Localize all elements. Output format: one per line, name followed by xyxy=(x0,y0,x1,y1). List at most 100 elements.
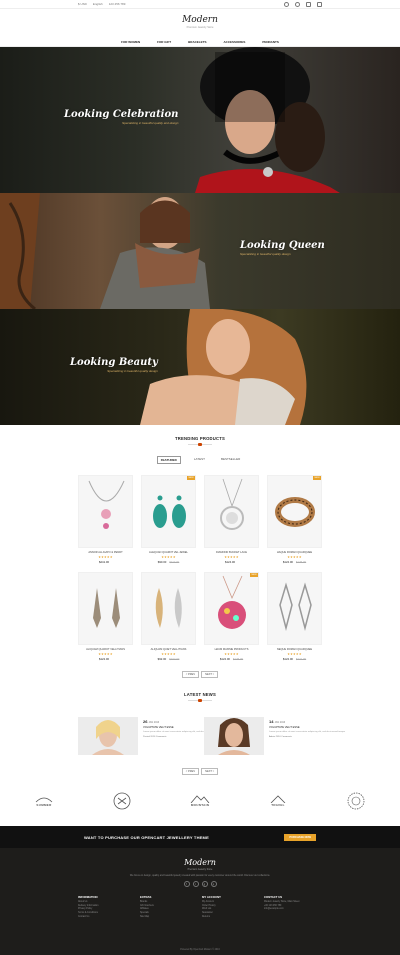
nav-item-accessories[interactable]: ACCESSORIES xyxy=(223,40,245,44)
product-name[interactable]: ALIQUAM QUAROT VELLITIANS xyxy=(78,648,133,651)
hero-title: Looking Queen xyxy=(240,240,325,251)
tab-latest[interactable]: LATEST xyxy=(191,456,208,464)
hero-banner-queen[interactable]: Looking Queen Specializing in beautiful … xyxy=(0,193,400,309)
hero-banner-celebration[interactable]: Looking Celebration Specializing in beau… xyxy=(0,47,400,193)
product-card[interactable]: ALIQUAM QUAROT VELLITIANS ★★★★★ $122.00 xyxy=(78,572,133,664)
product-card[interactable]: NEQUE ROMAN QUARQUEE ★★★★★ $124.00 $221.0… xyxy=(267,572,322,664)
earrings-icon xyxy=(93,588,120,628)
nav-item-for-gift[interactable]: FOR GIFT xyxy=(157,40,171,44)
brand-logo-summer[interactable]: SUMMER xyxy=(29,790,59,812)
product-name[interactable]: ANNOR ALLIGATO & PENDT xyxy=(78,551,133,554)
rating-stars: ★★★★★ xyxy=(161,652,176,656)
brand-logo-mountain[interactable]: MOUNTAIN xyxy=(185,790,215,812)
hero-caption-2: Looking Queen Specializing in beautiful … xyxy=(240,240,325,256)
products-pager: < PREV NEXT > xyxy=(0,671,400,678)
copyright: Powered By OpenCart Modern © 2016 xyxy=(180,949,220,951)
brand-logo-seal[interactable] xyxy=(341,790,371,812)
tab-featured[interactable]: FEATURED xyxy=(156,456,181,464)
language-selector[interactable]: English xyxy=(93,2,103,6)
next-button[interactable]: NEXT > xyxy=(201,768,219,775)
product-name[interactable]: HAUM MAXIME PRODUCTS xyxy=(204,648,259,651)
footer-link[interactable]: Site Map xyxy=(140,916,198,920)
sale-badge: NEW xyxy=(250,573,258,577)
brand-logos: SUMMER MOUNTAIN TRAVEL xyxy=(0,790,400,812)
sale-badge: NEW xyxy=(313,476,321,480)
earrings-icon xyxy=(153,495,186,528)
footer-link[interactable]: Contact Us xyxy=(78,916,136,920)
product-name[interactable]: ALIQUAM QUIET VELLITIANS xyxy=(141,648,196,651)
product-image[interactable] xyxy=(78,475,133,548)
site-header: Modern Premium Jewelry Store xyxy=(0,9,400,37)
product-card[interactable]: NEW ALEQUAN QUARNT VEL JEWEL ★★★★★ $90.0… xyxy=(141,475,196,567)
product-card[interactable]: NEW HAUM MAXIME PRODUCTS ★★★★★ $124.00 $1… xyxy=(204,572,259,664)
rating-stars: ★★★★★ xyxy=(224,555,239,559)
product-card[interactable]: ANNOR ALLIGATO & PENDT ★★★★★ $241.00 xyxy=(78,475,133,567)
user-icon[interactable] xyxy=(295,1,300,7)
next-button[interactable]: NEXT > xyxy=(201,671,219,678)
product-name[interactable]: NEQUE ROMAN QUARQUEE xyxy=(267,648,322,651)
prev-button[interactable]: < PREV xyxy=(181,768,200,775)
footer-link[interactable]: Returns xyxy=(202,916,260,920)
tab-bestseller[interactable]: BESTSELLER xyxy=(218,456,243,464)
badge-icon xyxy=(113,792,131,810)
pendant-icon xyxy=(220,478,244,530)
news-title[interactable]: VOLUPTATE VELIT ESSE xyxy=(269,726,356,729)
product-name[interactable]: HAQUE ROMAN QUARQUEE xyxy=(267,551,322,554)
footer-columns: INFORMATION About Us Delivery Informatio… xyxy=(0,895,400,919)
nav-item-pendants[interactable]: PENDANTS xyxy=(262,40,279,44)
prev-button[interactable]: < PREV xyxy=(181,671,200,678)
cart-icon[interactable] xyxy=(317,1,322,7)
news-meta: Admin 2016 Comments xyxy=(269,736,292,738)
product-image[interactable] xyxy=(267,572,322,645)
nav-item-bracelets[interactable]: BRACELETS xyxy=(188,40,206,44)
hero-subtitle: Specializing in beautiful quality design xyxy=(107,369,158,373)
news-item[interactable]: 14 JAN 2016 VOLUPTATE VELIT ESSE Lorem i… xyxy=(204,717,356,755)
pinterest-icon[interactable]: p xyxy=(210,881,217,888)
product-price: $124.00 $145.00 xyxy=(219,657,244,661)
purchase-banner: WANT TO PURCHASE OUR OPENCART JEWELLERY … xyxy=(0,826,400,848)
section-divider xyxy=(188,443,212,446)
google-plus-icon[interactable]: g xyxy=(201,881,208,888)
product-card[interactable]: NEW HAQUE ROMAN QUARQUEE ★★★★★ $124.00 $1… xyxy=(267,475,322,567)
news-header: LATEST NEWS xyxy=(0,692,400,702)
product-price: $124.00 $145.00 xyxy=(282,560,307,564)
heart-icon[interactable] xyxy=(306,1,311,7)
facebook-icon[interactable]: f xyxy=(183,881,190,888)
product-name[interactable]: DIAMOND BUCKET LACE xyxy=(204,551,259,554)
rating-stars: ★★★★★ xyxy=(98,555,113,559)
brand-logo-badge[interactable] xyxy=(107,790,137,812)
product-image[interactable] xyxy=(141,572,196,645)
hero-image-2 xyxy=(0,193,210,309)
news-image[interactable] xyxy=(78,717,138,755)
hero-banner-beauty[interactable]: Looking Beauty Specializing in beautiful… xyxy=(0,309,400,425)
product-price: $124.00 $221.00 xyxy=(282,657,307,661)
earrings-icon xyxy=(279,582,312,631)
contact-email[interactable]: info@example.com xyxy=(264,908,322,912)
twitter-icon[interactable]: t xyxy=(192,881,199,888)
product-card[interactable]: ALIQUAM QUIET VELLITIANS ★★★★★ $92.00 $10… xyxy=(141,572,196,664)
site-footer: Modern Premium Jewelry Store We focus on… xyxy=(0,848,400,955)
product-name[interactable]: ALEQUAN QUARNT VEL JEWEL xyxy=(141,551,196,554)
rating-stars: ★★★★★ xyxy=(161,555,176,559)
news-pager: < PREV NEXT > xyxy=(0,768,400,775)
product-image[interactable] xyxy=(204,475,259,548)
product-image[interactable]: NEW xyxy=(204,572,259,645)
hero-title: Looking Beauty xyxy=(70,357,158,368)
brand-logo-travel[interactable]: TRAVEL xyxy=(263,790,293,812)
cta-text: WANT TO PURCHASE OUR OPENCART JEWELLERY … xyxy=(84,834,209,840)
search-icon[interactable] xyxy=(284,1,289,7)
product-image[interactable]: NEW xyxy=(141,475,196,548)
nav-item-for-women[interactable]: FOR WOMEN xyxy=(121,40,140,44)
currency-selector[interactable]: $ USD xyxy=(78,2,87,6)
hero-image-3 xyxy=(140,309,307,425)
news-image[interactable] xyxy=(204,717,264,755)
logo[interactable]: Modern xyxy=(0,9,400,25)
necklace-icon xyxy=(88,480,125,529)
rating-stars: ★★★★★ xyxy=(287,652,302,656)
product-card[interactable]: DIAMOND BUCKET LACE ★★★★★ $124.00 xyxy=(204,475,259,567)
footer-logo[interactable]: Modern xyxy=(0,848,400,867)
purchase-button[interactable]: PURCHASE NOW xyxy=(284,833,316,841)
product-image[interactable] xyxy=(78,572,133,645)
product-image[interactable]: NEW xyxy=(267,475,322,548)
trending-header: TRENDING PRODUCTS xyxy=(0,436,400,446)
